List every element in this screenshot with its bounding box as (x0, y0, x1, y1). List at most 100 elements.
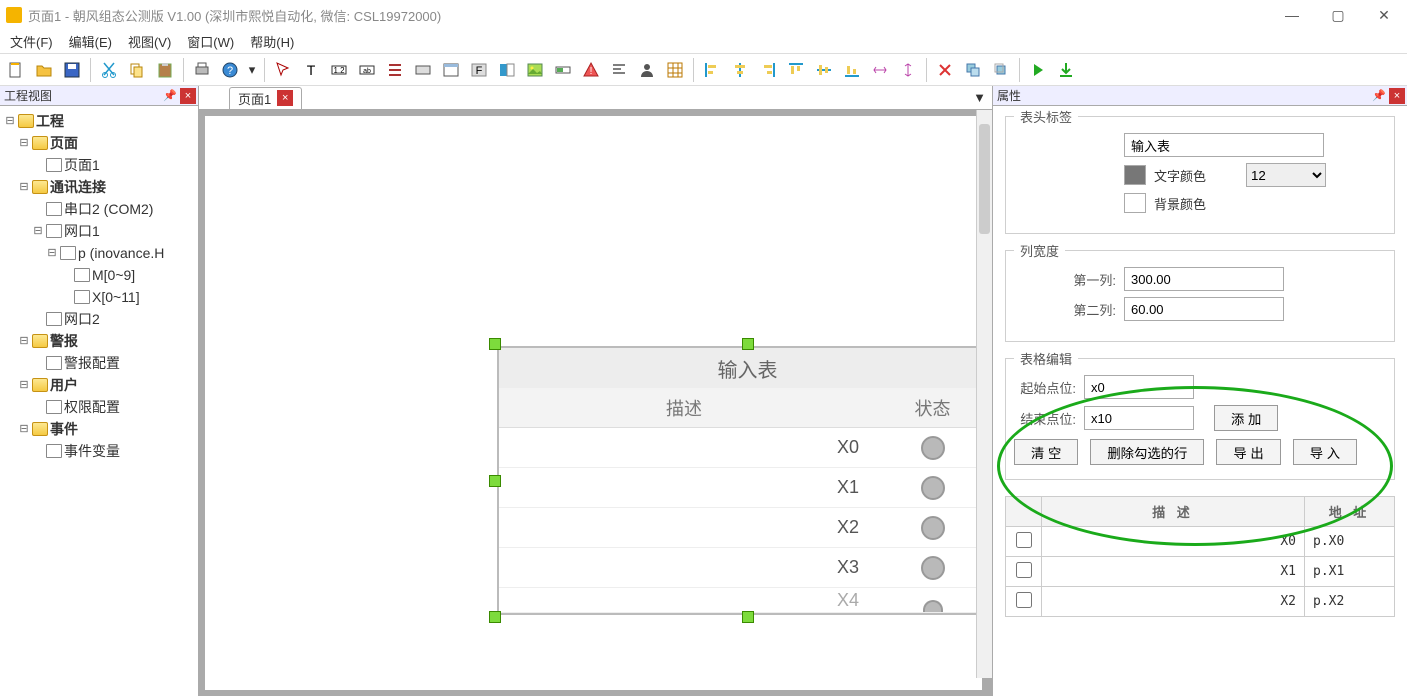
svg-text:T: T (307, 62, 316, 78)
pin-icon[interactable]: 📌 (162, 88, 178, 104)
row-check[interactable] (1016, 562, 1032, 578)
image-icon[interactable] (523, 58, 547, 82)
warning-icon[interactable]: ! (579, 58, 603, 82)
pointer-icon[interactable] (271, 58, 295, 82)
close-tab-icon[interactable]: × (277, 90, 293, 106)
align-right-icon[interactable] (756, 58, 780, 82)
minimize-button[interactable]: ― (1269, 0, 1315, 30)
tree-com2[interactable]: 串口2 (COM2) (4, 198, 194, 220)
same-height-icon[interactable] (896, 58, 920, 82)
tree-net2[interactable]: 网口2 (4, 308, 194, 330)
tab-dropdown-icon[interactable]: ▼ (973, 90, 986, 105)
progress-icon[interactable] (551, 58, 575, 82)
add-button[interactable]: 添 加 (1214, 405, 1278, 431)
close-panel-icon[interactable]: × (1389, 88, 1405, 104)
same-width-icon[interactable] (868, 58, 892, 82)
menu-window[interactable]: 窗口(W) (187, 32, 234, 51)
cut-icon[interactable] (97, 58, 121, 82)
open-icon[interactable] (32, 58, 56, 82)
resize-handle[interactable] (489, 475, 501, 487)
run-icon[interactable] (1026, 58, 1050, 82)
tree-net1[interactable]: ⊟网口1 (4, 220, 194, 242)
resize-handle[interactable] (489, 338, 501, 350)
menu-file[interactable]: 文件(F) (10, 32, 53, 51)
close-button[interactable]: ✕ (1361, 0, 1407, 30)
button-icon[interactable] (411, 58, 435, 82)
tree-alarmcfg[interactable]: 警报配置 (4, 352, 194, 374)
import-button[interactable]: 导 入 (1293, 439, 1357, 465)
tree-eventvar[interactable]: 事件变量 (4, 440, 194, 462)
align-center-h-icon[interactable] (728, 58, 752, 82)
help-icon[interactable]: ? (218, 58, 242, 82)
download-icon[interactable] (1054, 58, 1078, 82)
tree-conn[interactable]: ⊟通讯连接 (4, 176, 194, 198)
row-check[interactable] (1016, 592, 1032, 608)
points-table: 描 述地 址 X0p.X0 X1p.X1 X2p.X2 (1005, 496, 1395, 617)
print-icon[interactable] (190, 58, 214, 82)
align-top-icon[interactable] (784, 58, 808, 82)
duplicate-icon[interactable] (961, 58, 985, 82)
col1-input[interactable] (1124, 267, 1284, 291)
tree-event[interactable]: ⊟事件 (4, 418, 194, 440)
resize-handle[interactable] (489, 611, 501, 623)
save-icon[interactable] (60, 58, 84, 82)
tree-page[interactable]: ⊟页面 (4, 132, 194, 154)
tree-user[interactable]: ⊟用户 (4, 374, 194, 396)
tree-m[interactable]: M[0~9] (4, 264, 194, 286)
table-row[interactable]: X1p.X1 (1006, 557, 1395, 587)
table-row[interactable]: X2p.X2 (1006, 587, 1395, 617)
align-bottom-icon[interactable] (840, 58, 864, 82)
textbox-icon[interactable]: 1.2 (327, 58, 351, 82)
user-icon[interactable] (635, 58, 659, 82)
color-icon[interactable] (495, 58, 519, 82)
menu-view[interactable]: 视图(V) (128, 32, 171, 51)
bring-front-icon[interactable] (989, 58, 1013, 82)
clear-button[interactable]: 清 空 (1014, 439, 1078, 465)
align-middle-icon[interactable] (812, 58, 836, 82)
tree-x[interactable]: X[0~11] (4, 286, 194, 308)
status-dot (921, 476, 945, 500)
new-icon[interactable] (4, 58, 28, 82)
export-button[interactable]: 导 出 (1216, 439, 1280, 465)
tab-page1[interactable]: 页面1 × (229, 87, 302, 109)
row-check[interactable] (1016, 532, 1032, 548)
pin-icon[interactable]: 📌 (1371, 88, 1387, 104)
align-text-icon[interactable] (607, 58, 631, 82)
col2-input[interactable] (1124, 297, 1284, 321)
tree-pinov[interactable]: ⊟p (inovance.H (4, 242, 194, 264)
resize-handle[interactable] (742, 338, 754, 350)
menu-help[interactable]: 帮助(H) (250, 32, 294, 51)
delete-icon[interactable] (933, 58, 957, 82)
title-input[interactable] (1124, 133, 1324, 157)
end-bit-input[interactable] (1084, 406, 1194, 430)
maximize-button[interactable]: ▢ (1315, 0, 1361, 30)
start-bit-input[interactable] (1084, 375, 1194, 399)
font-size-select[interactable]: 12 (1246, 163, 1326, 187)
page-surface[interactable]: 输入表 描述 状态 X0 X1 X2 X3 X4 (205, 116, 982, 690)
label-icon[interactable]: ab (355, 58, 379, 82)
tree-perm[interactable]: 权限配置 (4, 396, 194, 418)
bg-color-swatch[interactable] (1124, 193, 1146, 213)
font-icon[interactable]: F (467, 58, 491, 82)
copy-icon[interactable] (125, 58, 149, 82)
tree-page1[interactable]: 页面1 (4, 154, 194, 176)
canvas-scrollbar-v[interactable] (976, 110, 992, 678)
tree-root[interactable]: ⊟工程 (4, 110, 194, 132)
resize-handle[interactable] (742, 611, 754, 623)
paste-icon[interactable] (153, 58, 177, 82)
panel-icon[interactable] (439, 58, 463, 82)
group-title: 表格编辑 (1014, 349, 1078, 368)
close-panel-icon[interactable]: × (180, 88, 196, 104)
tree-alarm[interactable]: ⊟警报 (4, 330, 194, 352)
delete-selected-button[interactable]: 删除勾选的行 (1090, 439, 1204, 465)
text-icon[interactable]: T (299, 58, 323, 82)
table-row[interactable]: X0p.X0 (1006, 527, 1395, 557)
align-left-icon[interactable] (700, 58, 724, 82)
input-table-widget[interactable]: 输入表 描述 状态 X0 X1 X2 X3 X4 (495, 344, 992, 617)
widget-row: X3 (499, 548, 992, 588)
list-icon[interactable] (383, 58, 407, 82)
text-color-swatch[interactable] (1124, 165, 1146, 185)
grid-icon[interactable] (663, 58, 687, 82)
menu-edit[interactable]: 编辑(E) (69, 32, 112, 51)
dropdown-icon[interactable]: ▾ (246, 58, 258, 82)
